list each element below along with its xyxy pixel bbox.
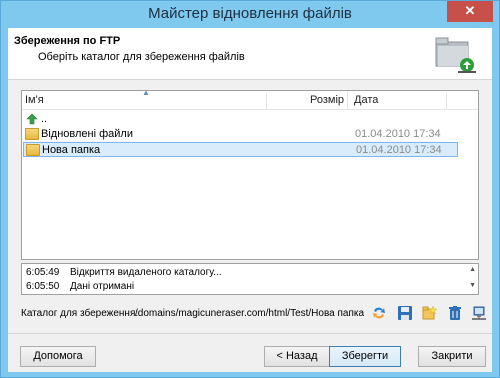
column-divider[interactable] — [266, 93, 267, 109]
list-item[interactable]: Відновлені файли 01.04.2010 17:34 — [22, 127, 462, 142]
log-panel[interactable]: 6:05:49 Відкриття видаленого каталогу... … — [21, 263, 479, 295]
file-name: Відновлені файли — [41, 128, 133, 140]
help-button[interactable]: Допомога — [20, 346, 96, 367]
folder-icon — [26, 144, 40, 156]
sort-ascending-icon: ▲ — [142, 88, 150, 97]
column-size[interactable]: Розмір — [282, 91, 348, 110]
up-arrow-icon — [26, 113, 38, 125]
scroll-down-arrow[interactable]: ▼ — [469, 282, 476, 289]
folder-network-icon — [435, 37, 476, 73]
log-entry: 6:05:50 Дані отримані — [26, 280, 134, 294]
network-computer-icon[interactable] — [471, 305, 487, 321]
save-disk-icon[interactable] — [397, 305, 413, 321]
save-location-path: /domains/magicuneraser.com/html/Test/Нов… — [135, 308, 365, 319]
close-window-button[interactable]: ✕ — [447, 1, 493, 22]
save-location-label: Каталог для збереження: — [21, 308, 139, 319]
window-title: Майстер відновлення файлів — [148, 5, 352, 22]
list-item[interactable]: .. — [22, 112, 462, 127]
recovery-wizard-window: Майстер відновлення файлів ✕ Збереження … — [0, 0, 500, 378]
file-list-header: ▲ Ім'я Розмір Дата — [22, 88, 478, 110]
log-time: 6:05:50 — [26, 281, 60, 292]
close-button[interactable]: Закрити — [418, 346, 486, 367]
refresh-icon[interactable] — [371, 305, 387, 321]
wizard-client-area: Збереження по FTP Оберіть каталог для зб… — [8, 28, 492, 372]
column-date[interactable]: Дата — [354, 91, 378, 110]
back-button[interactable]: < Назад — [264, 346, 330, 367]
save-location-bar: Каталог для збереження: /domains/magicun… — [21, 305, 486, 323]
log-message: Дані отримані — [70, 281, 135, 292]
wizard-header: Збереження по FTP Оберіть каталог для зб… — [8, 28, 492, 80]
column-name[interactable]: Ім'я — [25, 91, 44, 110]
file-name: .. — [41, 113, 48, 125]
folder-icon — [25, 128, 39, 140]
title-bar[interactable]: Майстер відновлення файлів ✕ — [1, 1, 499, 28]
file-name: Нова папка — [42, 144, 101, 156]
new-folder-icon[interactable] — [422, 305, 438, 321]
save-button[interactable]: Зберегти — [329, 346, 401, 367]
footer-divider — [8, 333, 492, 334]
log-message: Відкриття видаленого каталогу... — [70, 267, 222, 278]
file-date: 01.04.2010 17:34 — [355, 128, 441, 140]
scroll-up-arrow[interactable]: ▲ — [469, 266, 476, 273]
file-list[interactable]: ▲ Ім'я Розмір Дата .. Відновлені файли 0… — [21, 88, 479, 260]
page-title: Збереження по FTP — [14, 35, 121, 47]
page-subtitle: Оберіть каталог для збереження файлів — [38, 51, 245, 63]
column-divider[interactable] — [446, 93, 447, 109]
log-entry: 6:05:49 Відкриття видаленого каталогу... — [26, 266, 222, 280]
file-date: 01.04.2010 17:34 — [356, 144, 442, 156]
log-time: 6:05:49 — [26, 267, 60, 278]
list-item-selected[interactable]: Нова папка 01.04.2010 17:34 — [23, 142, 458, 157]
delete-trash-icon[interactable] — [447, 305, 463, 321]
